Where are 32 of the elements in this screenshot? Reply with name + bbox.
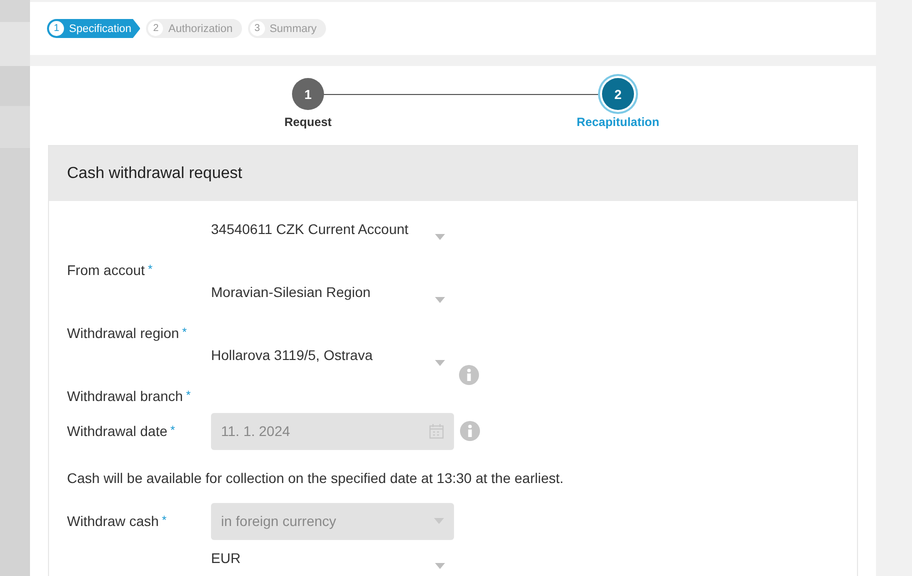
- info-note: Cash will be available for collection on the specified date at 13:30 at the earliest.: [67, 469, 565, 488]
- required-mark: *: [148, 262, 152, 278]
- caret-icon: [434, 518, 444, 524]
- dropdown-field[interactable]: EUR: [211, 546, 453, 576]
- caret-icon: [435, 297, 445, 303]
- caret-icon: [435, 563, 445, 569]
- date-field[interactable]: 11. 1. 2024: [211, 412, 454, 450]
- step-circle: 1: [292, 78, 324, 110]
- wizard-step-tab[interactable]: 1 Specification: [47, 19, 140, 38]
- required-mark: *: [182, 325, 187, 341]
- calendar-icon: [429, 424, 444, 438]
- dropdown-field[interactable]: Hollarova 3119/5, Ostrava: [211, 343, 453, 406]
- required-mark: *: [170, 423, 176, 439]
- field-label: Withdrawal date: [67, 423, 168, 439]
- caret-icon: [435, 234, 445, 240]
- field-label: Withdrawal region: [67, 325, 180, 341]
- form-title: Cash withdrawal request: [49, 146, 857, 201]
- field-label: From accout: [67, 262, 145, 278]
- step-circle: 2: [602, 78, 634, 110]
- info-icon[interactable]: [459, 364, 479, 384]
- caret-icon: [435, 360, 445, 366]
- step-label: Request: [284, 115, 332, 129]
- wizard-step-tab[interactable]: 3 Summary: [248, 19, 326, 38]
- wizard-step-tab[interactable]: 2 Authorization: [146, 19, 242, 38]
- field-label: Withdrawal branch: [67, 388, 183, 404]
- required-mark: *: [186, 388, 191, 404]
- info-icon[interactable]: [460, 421, 480, 441]
- step-label: Recapitulation: [576, 115, 660, 129]
- field-label: Withdraw cash: [67, 513, 159, 529]
- required-mark: *: [162, 513, 166, 529]
- dropdown-field[interactable]: Moravian-Silesian Region: [211, 280, 453, 343]
- dropdown-field[interactable]: 34540611 CZK Current Account: [211, 217, 453, 280]
